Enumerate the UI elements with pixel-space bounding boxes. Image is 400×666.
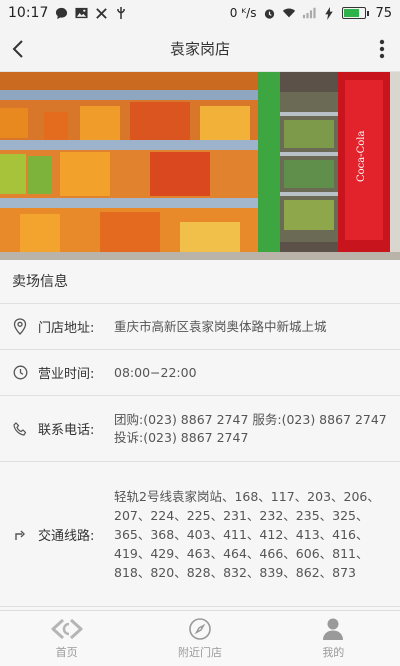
address-row[interactable]: 门店地址: 重庆市高新区袁家岗奥体路中新城上城: [0, 304, 400, 350]
tab-mine-label: 我的: [322, 646, 345, 659]
status-bar: 10:17 0 ᴷ/s 75: [0, 0, 400, 26]
network-speed: 0 ᴷ/s: [229, 6, 257, 20]
status-time: 10:17: [8, 5, 49, 21]
hours-row: 营业时间: 08:00−22:00: [0, 350, 400, 396]
svg-text:Coca-Cola: Coca-Cola: [356, 131, 367, 182]
tab-mine[interactable]: 我的: [267, 611, 400, 666]
store-photo: Coca-Cola: [0, 72, 400, 260]
phone-label: 联系电话:: [38, 423, 95, 438]
chat-bubble-icon: [54, 6, 68, 20]
tab-nearby-stores[interactable]: 附近门店: [133, 611, 266, 666]
battery-icon: [342, 7, 370, 19]
compass-icon: [189, 618, 211, 640]
wifi-icon: [282, 6, 296, 20]
tools-icon: [94, 6, 108, 20]
address-value: 重庆市高新区袁家岗奥体路中新城上城: [114, 318, 327, 334]
tab-home-label: 首页: [55, 646, 78, 659]
usb-icon: [114, 6, 128, 20]
route-arrow-icon: [12, 526, 28, 542]
transit-value: 轻轨2号线袁家岗站、168、117、203、206、207、224、225、23…: [114, 488, 380, 580]
clock-icon: [12, 365, 28, 381]
address-label: 门店地址:: [38, 321, 95, 336]
more-vertical-icon: [379, 39, 385, 58]
charging-icon: [322, 6, 336, 20]
back-button[interactable]: [0, 26, 36, 72]
more-options-button[interactable]: [364, 26, 400, 72]
hours-label: 营业时间:: [38, 367, 95, 382]
image-icon: [74, 6, 88, 20]
tab-home[interactable]: 首页: [0, 611, 133, 666]
battery-level: 75: [375, 5, 392, 21]
transit-row: 交通线路: 轻轨2号线袁家岗站、168、117、203、206、207、224、…: [0, 462, 400, 607]
transit-label: 交通线路:: [38, 528, 95, 544]
carrefour-logo-icon: [51, 618, 83, 640]
location-pin-icon: [12, 318, 28, 335]
bottom-tab-bar: 首页 附近门店 我的: [0, 610, 400, 666]
page-title: 袁家岗店: [169, 40, 230, 58]
nav-bar: 袁家岗店: [0, 26, 400, 72]
hours-value: 08:00−22:00: [114, 364, 197, 380]
chevron-left-icon: [12, 39, 23, 58]
section-title: 卖场信息: [0, 260, 400, 304]
phone-row[interactable]: 联系电话: 团购:(023) 8867 2747 服务:(023) 8867 2…: [0, 396, 400, 462]
phone-icon: [12, 421, 28, 437]
tab-nearby-label: 附近门店: [177, 646, 222, 659]
signal-icon: [302, 6, 317, 20]
alarm-icon: [262, 6, 276, 20]
phone-value[interactable]: 团购:(023) 8867 2747 服务:(023) 8867 2747 投诉…: [114, 411, 388, 447]
user-icon: [323, 618, 344, 640]
